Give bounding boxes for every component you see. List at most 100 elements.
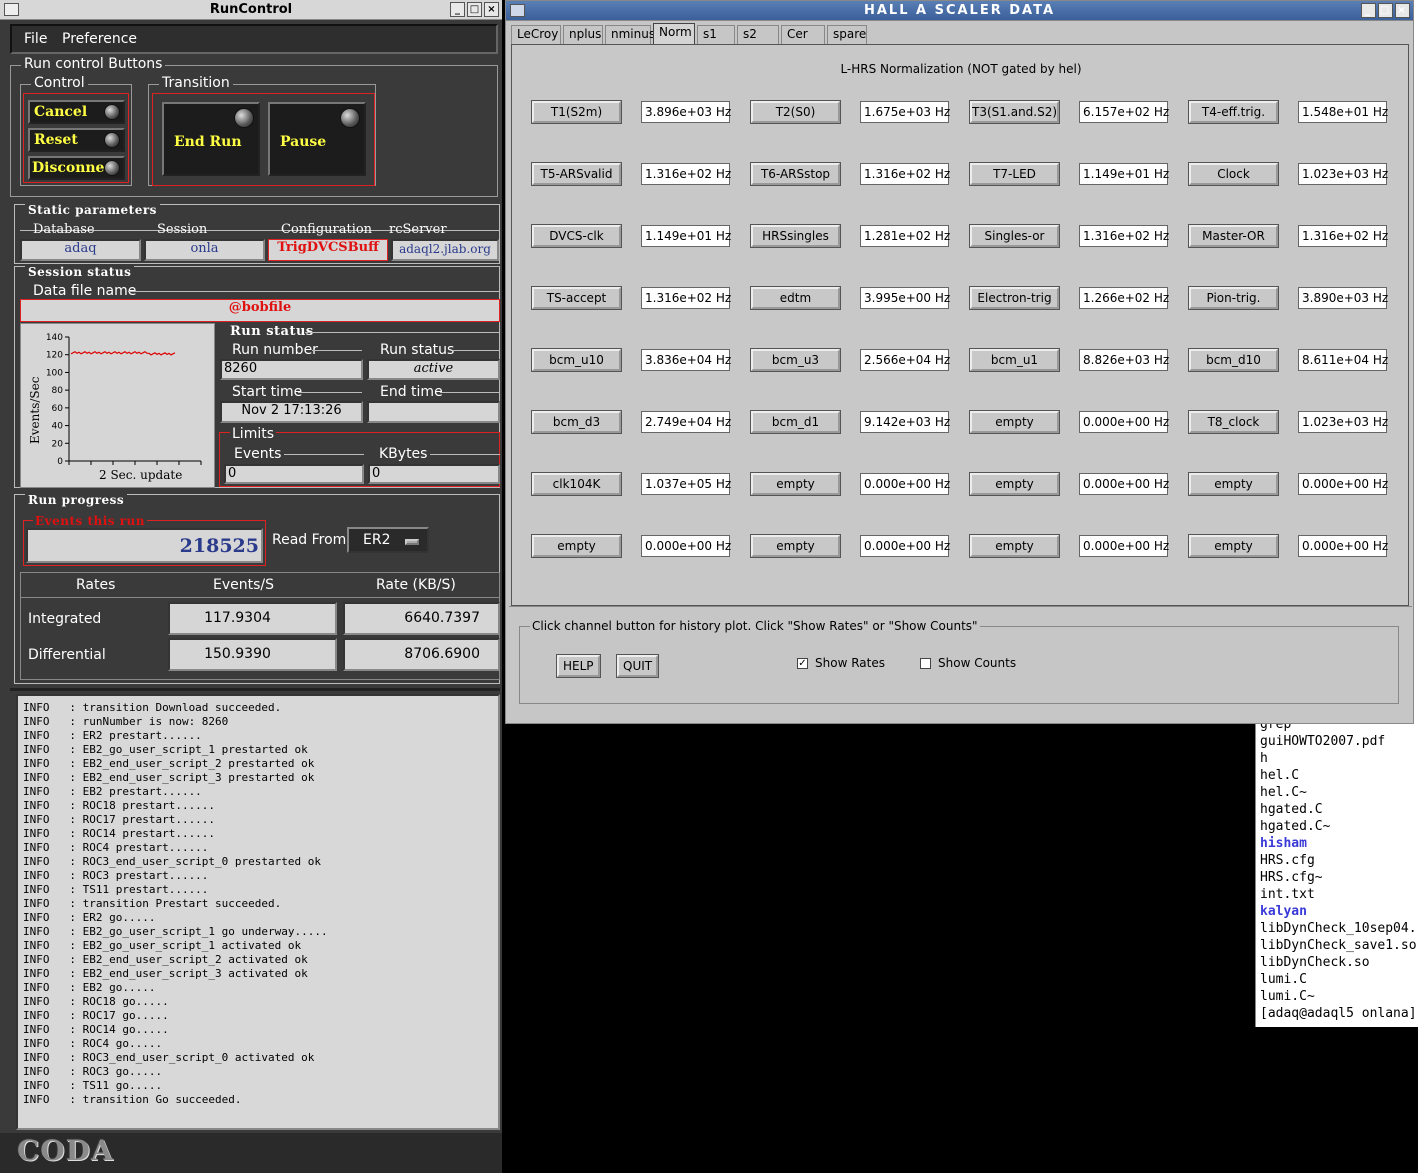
channel-button[interactable]: T5-ARSvalid — [532, 163, 621, 185]
channel-button[interactable]: T7-LED — [970, 163, 1059, 185]
channel-rate-field[interactable]: 6.157e+02 Hz — [1079, 101, 1169, 123]
channel-button[interactable]: bcm_d1 — [751, 411, 840, 433]
tab-norm[interactable]: Norm — [653, 23, 695, 44]
channel-button[interactable]: empty — [1189, 535, 1278, 557]
tab-nplus[interactable]: nplus — [563, 25, 603, 44]
channel-rate-field[interactable]: 1.023e+03 Hz — [1298, 411, 1388, 433]
channel-rate-field[interactable]: 8.611e+04 Hz — [1298, 349, 1388, 371]
channel-button[interactable]: empty — [970, 473, 1059, 495]
channel-rate-field[interactable]: 9.142e+03 Hz — [860, 411, 950, 433]
channel-rate-field[interactable]: 1.316e+02 Hz — [1298, 225, 1388, 247]
maximize-icon[interactable]: □ — [467, 2, 482, 17]
channel-rate-field[interactable]: 1.316e+02 Hz — [1079, 225, 1169, 247]
minimize-icon[interactable]: _ — [450, 2, 465, 17]
channel-button[interactable]: Clock — [1189, 163, 1278, 185]
channel-button[interactable]: empty — [1189, 473, 1278, 495]
channel-button[interactable]: empty — [532, 535, 621, 557]
channel-rate-field[interactable]: 1.316e+02 Hz — [641, 287, 731, 309]
message-log[interactable]: INFO : transition Download succeeded. INF… — [16, 694, 500, 1130]
channel-rate-field[interactable]: 2.566e+04 Hz — [860, 349, 950, 371]
channel-rate-field[interactable]: 1.548e+01 Hz — [1298, 101, 1388, 123]
channel-rate-field[interactable]: 1.316e+02 Hz — [860, 163, 950, 185]
tab-s2[interactable]: s2 — [737, 25, 779, 44]
channel-button[interactable]: bcm_u1 — [970, 349, 1059, 371]
rcserver-field: adaql2.jlab.org — [391, 239, 499, 261]
channel-button[interactable]: empty — [970, 411, 1059, 433]
channel-button[interactable]: edtm — [751, 287, 840, 309]
reset-button[interactable]: Reset — [28, 128, 125, 152]
rates-header-rate: Rate (KB/S) — [376, 577, 456, 593]
channel-rate-field[interactable]: 3.896e+03 Hz — [641, 101, 731, 123]
pause-button[interactable]: Pause — [268, 102, 366, 176]
terminal-listing[interactable]: grep guiHOWTO2007.pdf h hel.C hel.C~ hgated.C… — [1255, 724, 1418, 1027]
channel-rate-field[interactable]: 0.000e+00 Hz — [1298, 473, 1388, 495]
channel-rate-field[interactable]: 1.316e+02 Hz — [641, 163, 731, 185]
channel-button[interactable]: empty — [751, 535, 840, 557]
scaler-maximize-icon[interactable]: □ — [1378, 3, 1393, 18]
kbytes-limit-input[interactable]: 0 — [368, 464, 500, 484]
channel-rate-field[interactable]: 1.675e+03 Hz — [860, 101, 950, 123]
channel-button[interactable]: bcm_u3 — [751, 349, 840, 371]
tab-lecroy[interactable]: LeCroy — [511, 25, 561, 44]
channel-rate-field[interactable]: 1.023e+03 Hz — [1298, 163, 1388, 185]
tab-s1[interactable]: s1 — [697, 25, 735, 44]
channel-button[interactable]: T3(S1.and.S2) — [970, 101, 1059, 123]
terminal-line: libDynCheck_save1.so — [1260, 938, 1417, 953]
channel-button[interactable]: T2(S0) — [751, 101, 840, 123]
end-run-button[interactable]: End Run — [162, 102, 260, 176]
help-button[interactable]: HELP — [557, 655, 600, 677]
tab-cer[interactable]: Cer — [781, 25, 825, 44]
menu-file[interactable]: File — [24, 31, 47, 47]
channel-rate-field[interactable]: 8.826e+03 Hz — [1079, 349, 1169, 371]
channel-rate-field[interactable]: 3.995e+00 Hz — [860, 287, 950, 309]
channel-rate-field[interactable]: 1.037e+05 Hz — [641, 473, 731, 495]
window-menu-icon[interactable] — [4, 3, 19, 16]
channel-button[interactable]: Singles-or — [970, 225, 1059, 247]
channel-button[interactable]: Electron-trig — [970, 287, 1059, 309]
channel-rate-field[interactable]: 1.266e+02 Hz — [1079, 287, 1169, 309]
events-limit-input[interactable]: 0 — [224, 464, 364, 484]
channel-rate-field[interactable]: 0.000e+00 Hz — [1079, 535, 1169, 557]
channel-rate-field[interactable]: 0.000e+00 Hz — [641, 535, 731, 557]
channel-button[interactable]: bcm_d3 — [532, 411, 621, 433]
channel-button[interactable]: T8_clock — [1189, 411, 1278, 433]
channel-rate-field[interactable]: 0.000e+00 Hz — [1079, 411, 1169, 433]
disconnect-button[interactable]: Disconnect — [28, 156, 125, 180]
channel-button[interactable]: DVCS-clk — [532, 225, 621, 247]
tab-spare[interactable]: spare — [827, 25, 867, 44]
cancel-button[interactable]: Cancel — [28, 100, 125, 124]
scaler-close-icon[interactable]: × — [1395, 3, 1410, 18]
scaler-window-menu-icon[interactable] — [510, 4, 525, 17]
channel-rate-field[interactable]: 1.149e+01 Hz — [641, 225, 731, 247]
channel-rate-field[interactable]: 0.000e+00 Hz — [1079, 473, 1169, 495]
channel-rate-field[interactable]: 3.836e+04 Hz — [641, 349, 731, 371]
channel-button[interactable]: T4-eff.trig. — [1189, 101, 1278, 123]
channel-button[interactable]: bcm_d10 — [1189, 349, 1278, 371]
channel-button[interactable]: T1(S2m) — [532, 101, 621, 123]
channel-button[interactable]: empty — [970, 535, 1059, 557]
channel-rate-field[interactable]: 0.000e+00 Hz — [1298, 535, 1388, 557]
menu-preference[interactable]: Preference — [62, 31, 137, 47]
tab-nminus[interactable]: nminus — [605, 25, 655, 44]
show-rates-checkbox[interactable]: ✓ — [797, 658, 808, 669]
channel-button[interactable]: clk104K — [532, 473, 621, 495]
end-time-field — [367, 401, 500, 423]
channel-button[interactable]: empty — [751, 473, 840, 495]
close-icon[interactable]: × — [484, 2, 499, 17]
channel-button[interactable]: HRSsingles — [751, 225, 840, 247]
channel-button[interactable]: bcm_u10 — [532, 349, 621, 371]
channel-button[interactable]: TS-accept — [532, 287, 621, 309]
channel-rate-field[interactable]: 1.149e+01 Hz — [1079, 163, 1169, 185]
channel-rate-field[interactable]: 0.000e+00 Hz — [860, 473, 950, 495]
read-from-select[interactable]: ER2 — [347, 527, 429, 553]
scaler-minimize-icon[interactable]: _ — [1361, 3, 1376, 18]
show-counts-checkbox[interactable] — [920, 658, 931, 669]
channel-rate-field[interactable]: 2.749e+04 Hz — [641, 411, 731, 433]
channel-button[interactable]: T6-ARSstop — [751, 163, 840, 185]
channel-rate-field[interactable]: 3.890e+03 Hz — [1298, 287, 1388, 309]
channel-button[interactable]: Master-OR — [1189, 225, 1278, 247]
channel-rate-field[interactable]: 0.000e+00 Hz — [860, 535, 950, 557]
channel-rate-field[interactable]: 1.281e+02 Hz — [860, 225, 950, 247]
quit-button[interactable]: QUIT — [617, 655, 659, 677]
channel-button[interactable]: Pion-trig. — [1189, 287, 1278, 309]
